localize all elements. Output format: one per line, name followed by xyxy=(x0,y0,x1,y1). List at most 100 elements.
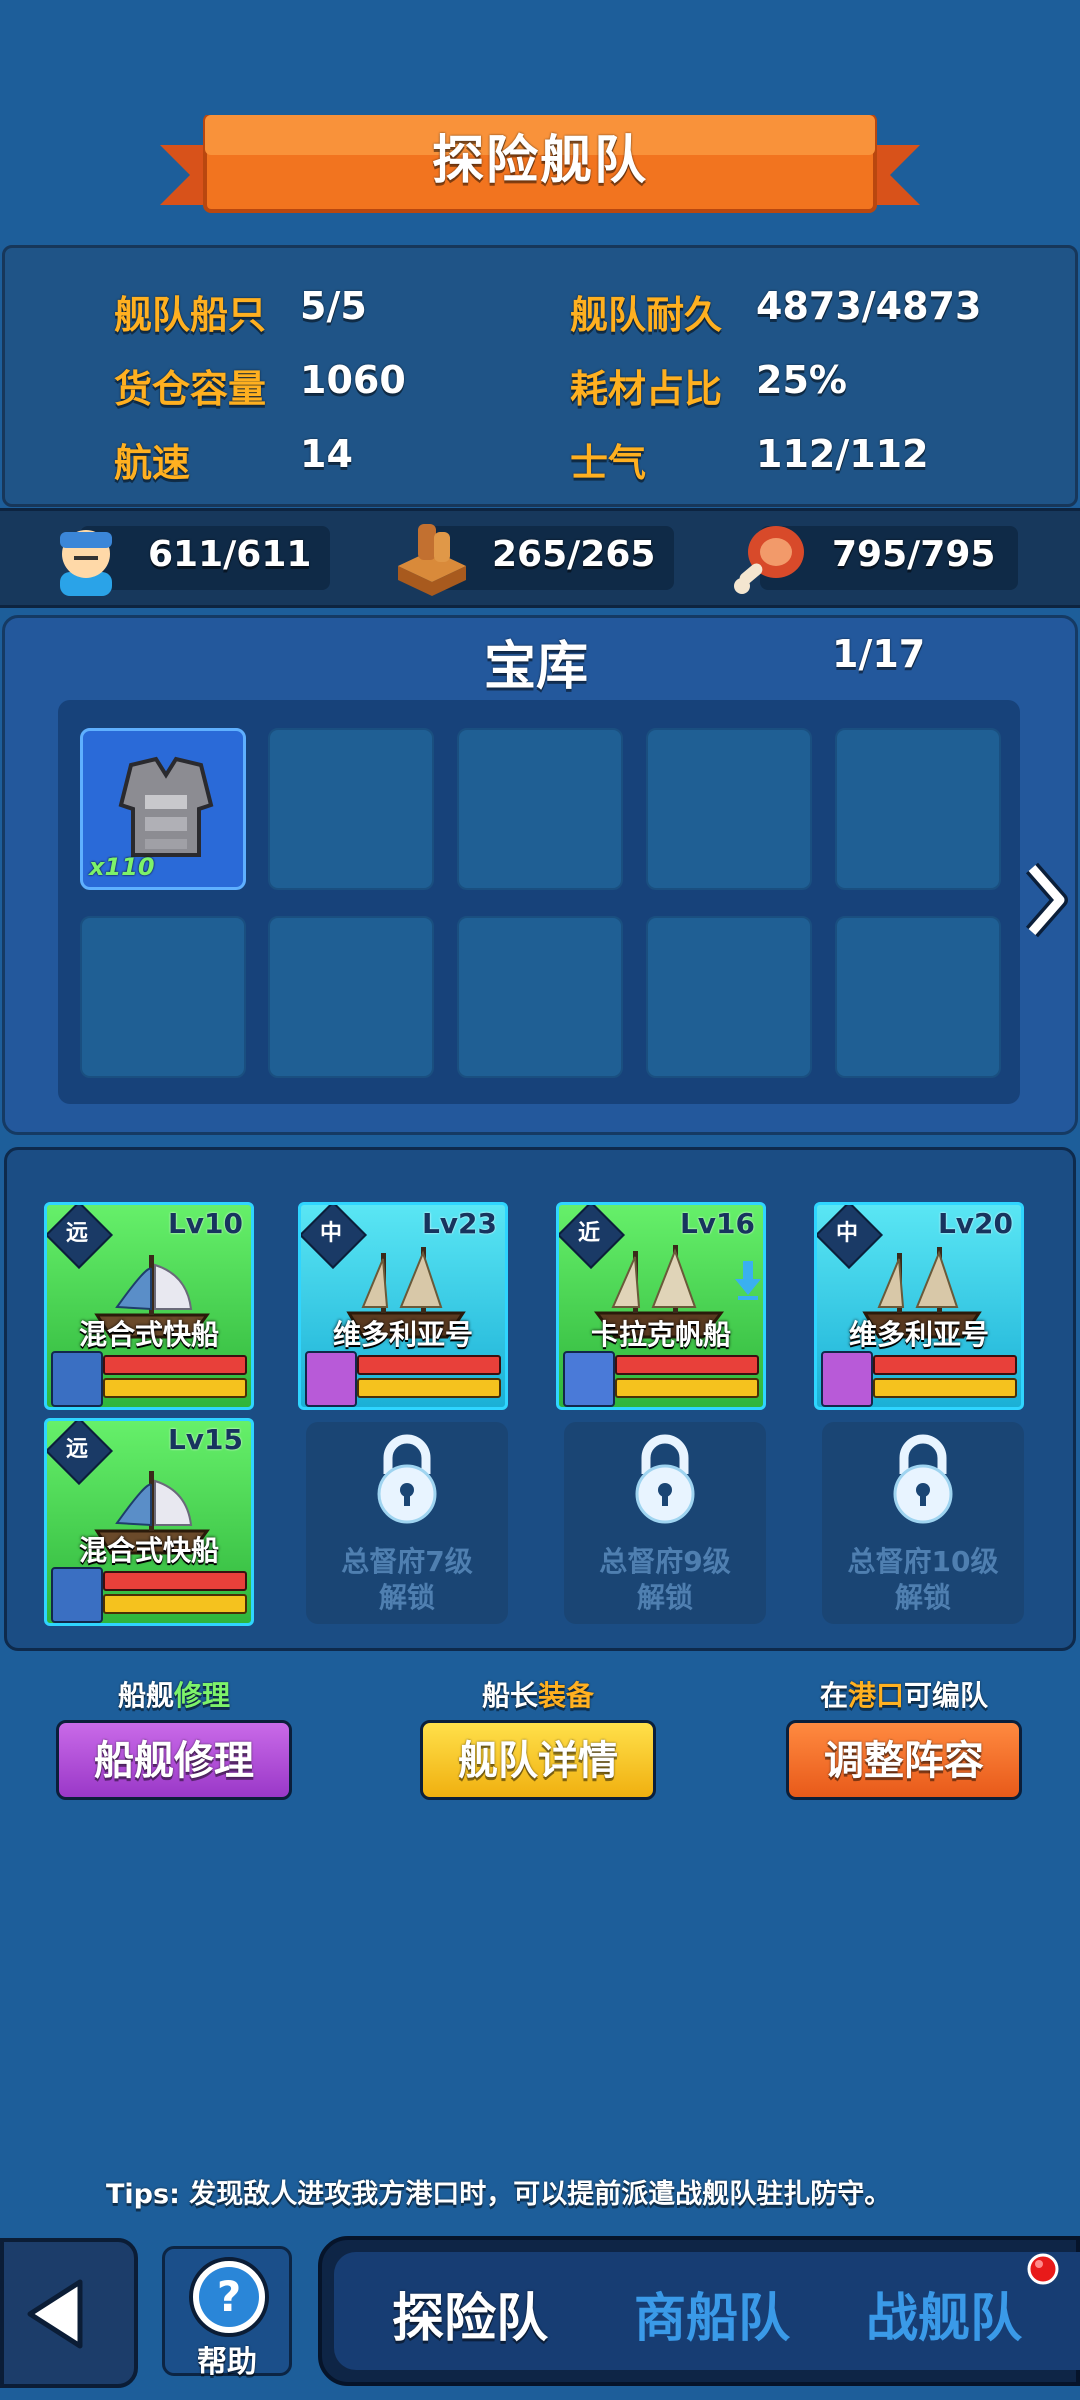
stat-value-supply: 25% xyxy=(756,358,847,402)
lock-icon xyxy=(893,1434,953,1524)
help-label: 帮助 xyxy=(197,2345,257,2380)
ship-name: 维多利亚号 xyxy=(848,1318,989,1351)
meat-value: 795/795 xyxy=(832,534,996,575)
tab-warship[interactable]: 战舰队 xyxy=(866,2276,1022,2351)
repair-caption-a: 船舰 xyxy=(117,1679,174,1712)
fleet-details-button[interactable]: 舰队详情 xyxy=(420,1720,656,1800)
captain-avatar xyxy=(821,1351,873,1407)
vault-slot-4[interactable] xyxy=(646,728,812,890)
downgrade-arrow-icon xyxy=(735,1261,761,1300)
help-button[interactable]: ? 帮助 xyxy=(162,2246,292,2380)
stat-label-morale: 士气 xyxy=(570,441,647,485)
back-button[interactable] xyxy=(0,2238,138,2388)
ship-name: 维多利亚号 xyxy=(332,1318,473,1351)
vault-slot-6[interactable] xyxy=(80,916,246,1078)
tab-expedition[interactable]: 探险队 xyxy=(392,2276,548,2351)
vault-slot-5[interactable] xyxy=(835,728,1001,890)
vault-slot-1[interactable]: x110 xyxy=(80,728,246,890)
captain-avatar xyxy=(51,1351,103,1407)
supply-bar xyxy=(873,1378,1017,1398)
svg-text:?: ? xyxy=(217,2272,241,2321)
unlock-requirement: 总督府7级 xyxy=(341,1545,473,1578)
unlock-label: 解锁 xyxy=(894,1581,951,1614)
ship-card-5[interactable]: 远 Lv15 混合式快船 xyxy=(44,1418,254,1626)
ship-card-2[interactable]: 中 Lv23 维多利亚号 xyxy=(298,1202,508,1410)
tips-prefix: Tips: xyxy=(106,2179,180,2210)
hp-bar xyxy=(615,1355,759,1375)
lock-icon xyxy=(635,1434,695,1524)
stat-value-speed: 14 xyxy=(300,432,353,476)
supply-bar xyxy=(103,1378,247,1398)
ship-card-3[interactable]: 近 Lv16 卡拉克帆船 xyxy=(556,1202,766,1410)
unlock-requirement: 总督府9级 xyxy=(599,1545,731,1578)
ship-card-4[interactable]: 中 Lv20 维多利亚号 xyxy=(814,1202,1024,1410)
vault-slot-9[interactable] xyxy=(646,916,812,1078)
repair-caption: 船舰修理 xyxy=(56,1674,292,1714)
stat-label-ships: 舰队船只 xyxy=(114,293,267,337)
repair-caption-b: 修理 xyxy=(174,1679,231,1712)
ship-level: Lv20 xyxy=(937,1207,1013,1240)
captain-avatar xyxy=(305,1351,357,1407)
stat-label-durability: 舰队耐久 xyxy=(570,293,723,337)
ship-level: Lv23 xyxy=(421,1207,497,1240)
vault-slot-3[interactable] xyxy=(457,728,623,890)
supply-bar xyxy=(103,1594,247,1614)
lumber-icon xyxy=(398,524,466,596)
ship-name: 混合式快船 xyxy=(78,1318,219,1351)
stat-label-speed: 航速 xyxy=(114,441,191,485)
hp-bar xyxy=(873,1355,1017,1375)
locked-slot-1[interactable]: 总督府7级 解锁 xyxy=(306,1422,508,1624)
ship-level: Lv16 xyxy=(679,1207,755,1240)
tab-merchant[interactable]: 商船队 xyxy=(634,2276,790,2351)
adjust-caption-c: 可编队 xyxy=(904,1679,989,1712)
next-page-arrow-icon[interactable] xyxy=(1020,860,1072,940)
ship-card-1[interactable]: 远 Lv10 混合式快船 xyxy=(44,1202,254,1410)
captain-avatar xyxy=(563,1351,615,1407)
vault-slot-7[interactable] xyxy=(268,916,434,1078)
vault-slot-2[interactable] xyxy=(268,728,434,890)
ship-name: 混合式快船 xyxy=(78,1534,219,1567)
stat-value-morale: 112/112 xyxy=(756,432,929,476)
help-icon: ? xyxy=(189,2257,269,2337)
meat-icon xyxy=(734,526,804,594)
range-badge-text: 远 xyxy=(65,1221,88,1246)
range-badge-text: 远 xyxy=(65,1437,88,1462)
repair-button[interactable]: 船舰修理 xyxy=(56,1720,292,1800)
tips-body: 发现敌人进攻我方港口时，可以提前派遣战舰队驻扎防守。 xyxy=(189,2179,892,2210)
supply-bar xyxy=(615,1378,759,1398)
unlock-label: 解锁 xyxy=(378,1581,435,1614)
stat-value-cargo: 1060 xyxy=(300,358,406,402)
captain-avatar xyxy=(51,1567,103,1623)
details-caption-a: 船长 xyxy=(481,1679,538,1712)
page-title: 探险舰队 xyxy=(431,131,648,191)
lock-icon xyxy=(377,1434,437,1524)
details-caption: 船长装备 xyxy=(420,1674,656,1714)
ship-name: 卡拉克帆船 xyxy=(590,1318,731,1351)
vault-count: 1/17 xyxy=(832,632,926,676)
locked-slot-2[interactable]: 总督府9级 解锁 xyxy=(564,1422,766,1624)
tips-text: Tips: 发现敌人进攻我方港口时，可以提前派遣战舰队驻扎防守。 xyxy=(106,2172,891,2211)
ship-level: Lv10 xyxy=(167,1207,243,1240)
locked-slot-3[interactable]: 总督府10级 解锁 xyxy=(822,1422,1024,1624)
unlock-requirement: 总督府10级 xyxy=(847,1545,999,1578)
ship-level: Lv15 xyxy=(167,1423,243,1456)
item-quantity: x110 xyxy=(89,853,155,881)
details-caption-b: 装备 xyxy=(538,1679,595,1712)
vault-slot-8[interactable] xyxy=(457,916,623,1078)
stat-value-durability: 4873/4873 xyxy=(756,284,982,328)
crew-value: 611/611 xyxy=(148,534,312,575)
hp-bar xyxy=(357,1355,501,1375)
hp-bar xyxy=(103,1571,247,1591)
adjust-caption-b: 港口 xyxy=(847,1679,904,1712)
stat-value-ships: 5/5 xyxy=(300,284,367,328)
adjust-caption-a: 在 xyxy=(819,1679,848,1712)
hp-bar xyxy=(103,1355,247,1375)
unlock-label: 解锁 xyxy=(636,1581,693,1614)
stat-label-cargo: 货仓容量 xyxy=(114,367,267,411)
adjust-caption: 在港口可编队 xyxy=(786,1674,1022,1714)
stat-label-supply: 耗材占比 xyxy=(570,367,723,411)
lumber-value: 265/265 xyxy=(492,534,656,575)
vault-title: 宝库 xyxy=(484,637,589,697)
adjust-lineup-button[interactable]: 调整阵容 xyxy=(786,1720,1022,1800)
vault-slot-10[interactable] xyxy=(835,916,1001,1078)
